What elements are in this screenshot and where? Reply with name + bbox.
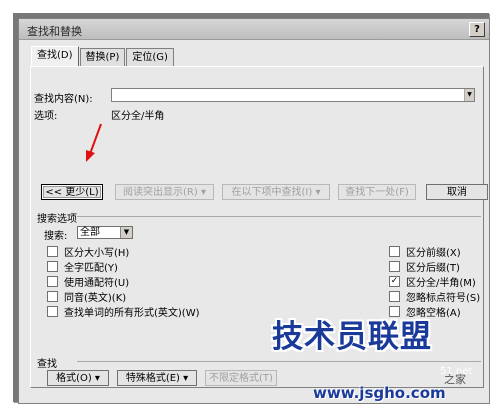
annotation-arrow [86, 123, 102, 162]
find-section-heading: 查找 [37, 359, 57, 370]
watermark-right-text: 之家 [444, 373, 466, 386]
help-button[interactable]: ? [469, 22, 485, 37]
checkbox-match-case[interactable]: 区分大小写(H) [47, 244, 129, 259]
tab-find[interactable]: 查找(D) [31, 46, 79, 66]
checkbox-box[interactable] [389, 291, 400, 302]
checkbox-label: 忽略标点符号(S) [406, 293, 481, 304]
less-button[interactable]: << 更少(L) [41, 184, 103, 200]
checkbox-sounds-like[interactable]: 同音(英文)(K) [47, 289, 126, 304]
options-value: 区分全/半角 [111, 111, 165, 122]
checkbox-label: 查找单词的所有形式(英文)(W) [64, 308, 200, 319]
search-options-group: 搜索选项 搜索: 全部 ▼ 区分大小写(H) 全字匹配(Y) 使用通配符(U) [37, 210, 481, 325]
find-divider [77, 361, 481, 362]
checkbox-box-checked[interactable]: ✓ [389, 276, 400, 287]
checkbox-wildcards[interactable]: 使用通配符(U) [47, 274, 129, 289]
search-options-heading: 搜索选项 [37, 214, 77, 225]
checkbox-box[interactable] [47, 246, 58, 257]
search-direction-select[interactable]: 全部 ▼ [77, 226, 133, 239]
checkbox-all-word-forms[interactable]: 查找单词的所有形式(英文)(W) [47, 304, 200, 319]
options-label: 选项: [34, 111, 58, 122]
tab-bar: 查找(D) 替换(P) 定位(G) [31, 46, 175, 66]
checkbox-box[interactable] [47, 291, 58, 302]
checkbox-match-prefix[interactable]: 区分前缀(X) [389, 244, 461, 259]
find-in-button[interactable]: 在以下项中查找(I) ▾ [222, 184, 330, 200]
search-direction-value: 全部 [80, 227, 100, 238]
checkbox-box[interactable] [389, 246, 400, 257]
find-what-label: 查找内容(N): [34, 94, 93, 105]
checkbox-label: 区分大小写(H) [64, 248, 130, 259]
watermark-site: www.jsgho.com [313, 384, 446, 402]
reading-highlight-button[interactable]: 阅读突出显示(R) ▾ [115, 184, 214, 200]
checkbox-ignore-punctuation[interactable]: 忽略标点符号(S) [389, 289, 480, 304]
checkbox-label: 区分全/半角(M) [406, 278, 476, 289]
search-direction-label: 搜索: [44, 231, 68, 242]
checkbox-whole-word[interactable]: 全字匹配(Y) [47, 259, 118, 274]
tab-goto[interactable]: 定位(G) [126, 48, 174, 66]
checkbox-box[interactable] [47, 276, 58, 287]
find-what-input[interactable]: ▼ [111, 88, 475, 102]
no-formatting-button[interactable]: 不限定格式(T) [205, 370, 277, 386]
checkbox-box[interactable] [47, 261, 58, 272]
chevron-down-icon[interactable]: ▼ [120, 227, 132, 238]
checkbox-label: 使用通配符(U) [64, 278, 130, 289]
checkbox-label: 区分前缀(X) [406, 248, 461, 259]
checkbox-label: 全字匹配(Y) [64, 263, 118, 274]
group-divider [77, 216, 481, 217]
find-history-dropdown[interactable]: ▼ [464, 89, 474, 101]
cancel-button[interactable]: 取消 [426, 184, 488, 200]
tab-replace[interactable]: 替换(P) [79, 48, 126, 66]
checkbox-label: 同音(英文)(K) [64, 293, 127, 304]
checkbox-box[interactable] [389, 261, 400, 272]
find-format-section: 查找 格式(O) ▾ 特殊格式(E) ▾ 不限定格式(T) [37, 355, 481, 386]
find-next-button[interactable]: 查找下一处(F) [338, 184, 416, 200]
checkbox-box[interactable] [47, 306, 58, 317]
title-bar: 查找和替换 ? [19, 19, 489, 40]
format-button[interactable]: 格式(O) ▾ [47, 370, 109, 386]
checkbox-label: 区分后缀(T) [406, 263, 460, 274]
checkbox-match-suffix[interactable]: 区分后缀(T) [389, 259, 460, 274]
special-button[interactable]: 特殊格式(E) ▾ [117, 370, 197, 386]
dialog-title: 查找和替换 [27, 25, 82, 38]
watermark-logo: 技术员联盟 [272, 319, 432, 355]
checkbox-match-width[interactable]: ✓ 区分全/半角(M) [389, 274, 476, 289]
